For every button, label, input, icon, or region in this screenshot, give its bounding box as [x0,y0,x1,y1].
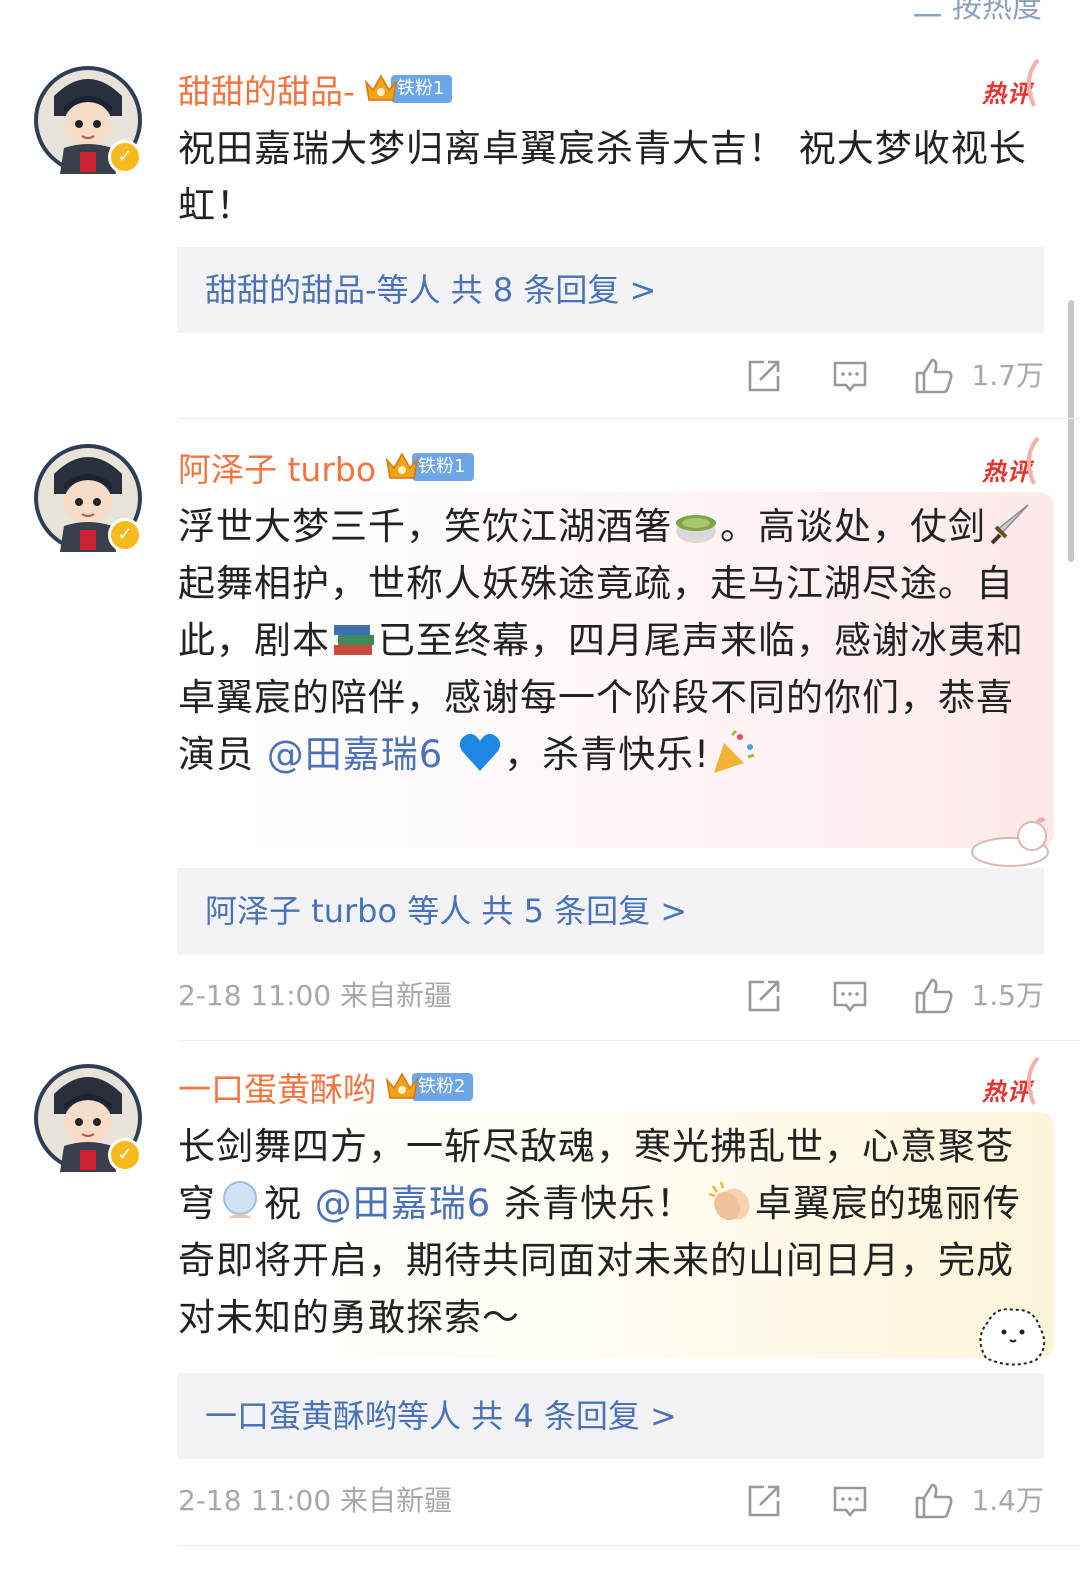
blue-heart-emoji [456,729,504,775]
books-emoji [330,615,378,661]
crown-icon [384,450,420,484]
divider [178,1040,1080,1041]
reply-summary-link[interactable]: 甜甜的甜品-等人 共 8 条回复 > [205,247,656,333]
comment-meta: 2-18 11:00 来自新疆 [178,979,453,1012]
like-icon[interactable] [914,978,954,1014]
verified-badge-icon: ✓ [108,1138,142,1172]
reply-summary[interactable]: 甜甜的甜品-等人 共 8 条回复 > [177,247,1044,333]
comment-footer: 1.7万 [178,346,1044,406]
sticker-decoration [979,1308,1046,1366]
tea-emoji [672,501,720,547]
reply-summary-link[interactable]: 阿泽子 turbo 等人 共 5 条回复 > [205,868,687,954]
scrollbar[interactable] [1068,300,1074,562]
comment-header: 甜甜的甜品- 铁粉1 [178,64,453,114]
like-count: 1.4万 [971,1484,1044,1517]
hot-comment-tag: 热评 [982,436,1040,487]
username[interactable]: 一口蛋黄酥哟 [178,1063,376,1111]
share-icon[interactable] [746,1483,782,1519]
share-icon[interactable] [746,358,782,394]
fan-badge: 铁粉1 [390,75,453,103]
like-icon[interactable] [914,358,954,394]
comment-header: 阿泽子 turbo 铁粉1 [178,442,474,492]
sort-toggle[interactable]: 二 按热度 [912,0,1042,22]
reply-summary[interactable]: 一口蛋黄酥哟等人 共 4 条回复 > [177,1373,1044,1459]
like-count: 1.5万 [971,979,1044,1012]
hot-swoosh-icon [1026,436,1040,485]
top-bar: 二 按热度 [0,0,1080,22]
comment-footer: 2-18 11:00 来自新疆 1.4万 [178,1471,1044,1531]
reply-summary[interactable]: 阿泽子 turbo 等人 共 5 条回复 > [177,868,1044,954]
party-popper-emoji [710,729,758,775]
like-count: 1.7万 [971,359,1044,392]
username[interactable]: 甜甜的甜品- [178,65,355,113]
share-icon[interactable] [746,978,782,1014]
crystal-ball-emoji [216,1178,264,1224]
comment-header: 一口蛋黄酥哟 铁粉2 [178,1062,474,1112]
verified-badge-icon: ✓ [108,140,142,174]
hot-comment-tag: 热评 [982,58,1040,109]
reply-summary-link[interactable]: 一口蛋黄酥哟等人 共 4 条回复 > [205,1373,677,1459]
username[interactable]: 阿泽子 turbo [178,443,376,491]
comment-content: 浮世大梦三千，笑饮江湖酒箸 。高谈处，仗剑起舞相护，世称人妖殊途竟疏，走马江湖尽途… [168,492,1054,848]
hot-swoosh-icon [1026,58,1040,107]
divider [178,1545,1080,1546]
verified-badge-icon: ✓ [108,518,142,552]
comment-meta: 2-18 11:00 来自新疆 [178,1484,453,1517]
fan-badge: 铁粉2 [412,1073,474,1101]
crown-icon [363,72,399,106]
comment-footer: 2-18 11:00 来自新疆 1.5万 [178,966,1044,1026]
comment-icon[interactable] [832,358,868,394]
comment-content: 长剑舞四方，一斩尽敌魂，寒光拂乱世，心意聚苍穹祝 @田嘉瑞6 杀青快乐！ 卓翼宸… [168,1112,1054,1358]
sticker-decoration [971,817,1049,867]
comment-icon[interactable] [832,1483,868,1519]
like-icon[interactable] [914,1483,954,1519]
mention-link[interactable]: @田嘉瑞6 [315,1182,492,1225]
comment-content: 祝田嘉瑞大梦归离卓翼宸杀青大吉！ 祝大梦收视长虹！ [178,127,1027,227]
fan-badge: 铁粉1 [412,453,474,481]
mention-link[interactable]: @田嘉瑞6 [267,733,444,776]
hot-comment-tag: 热评 [982,1056,1040,1107]
crown-icon [384,1070,420,1104]
hot-swoosh-icon [1026,1056,1040,1105]
divider [178,418,1080,419]
dagger-emoji [986,501,1034,547]
comment-icon[interactable] [832,978,868,1014]
clapping-hands-emoji [707,1178,755,1224]
